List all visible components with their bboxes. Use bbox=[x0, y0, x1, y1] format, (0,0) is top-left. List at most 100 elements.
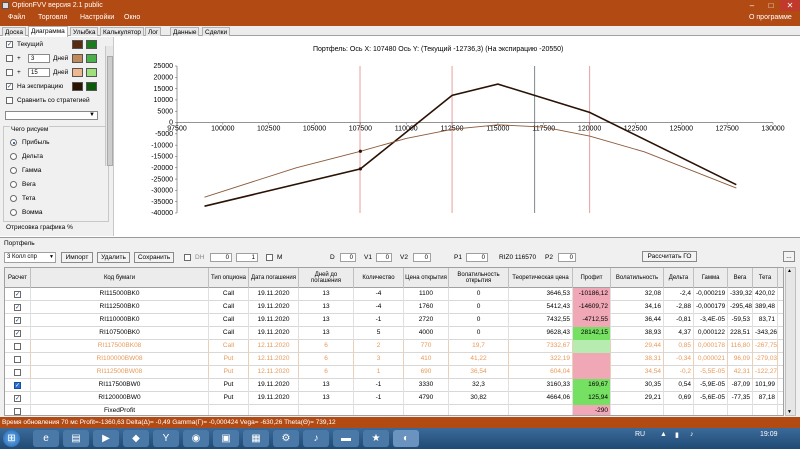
current-checkbox[interactable]: ✓ bbox=[6, 41, 13, 48]
column-header[interactable]: Тип опциона bbox=[209, 268, 249, 288]
portfolio-selector[interactable]: 3 Колл спр ▼ bbox=[4, 252, 56, 263]
d-input[interactable]: 0 bbox=[340, 253, 356, 262]
remove-row-button[interactable]: X bbox=[778, 353, 783, 366]
menu-window[interactable]: Окно bbox=[124, 14, 140, 21]
tab-smile[interactable]: Улыбка bbox=[70, 27, 99, 36]
tray-volume-icon[interactable]: ♪ bbox=[690, 431, 694, 438]
row-calc-checkbox[interactable] bbox=[14, 355, 21, 363]
remove-row-button[interactable]: X bbox=[778, 366, 783, 379]
close-button[interactable]: ✕ bbox=[780, 0, 800, 11]
row-calc-checkbox[interactable] bbox=[14, 342, 21, 350]
menu-settings[interactable]: Настройки bbox=[80, 14, 114, 21]
minimize-button[interactable]: – bbox=[743, 0, 761, 11]
row-calc-checkbox[interactable]: ✓ bbox=[14, 329, 21, 337]
column-header[interactable]: Теоретическая цена bbox=[509, 268, 573, 288]
radio-vomma[interactable] bbox=[10, 209, 17, 216]
column-header[interactable]: Дата погашения bbox=[249, 268, 299, 288]
remove-row-button[interactable]: X bbox=[778, 314, 783, 327]
taskbar-ie-icon[interactable]: e bbox=[33, 430, 59, 447]
column-header[interactable]: Дней до погашения bbox=[299, 268, 354, 288]
tab-deals[interactable]: Сделки bbox=[202, 27, 231, 36]
column-header[interactable]: Количество bbox=[354, 268, 404, 288]
p2-input[interactable]: 0 bbox=[558, 253, 576, 262]
column-header[interactable]: Вега bbox=[728, 268, 753, 288]
radio-profit[interactable] bbox=[10, 139, 17, 146]
row-calc-checkbox[interactable] bbox=[14, 368, 21, 376]
row-calc-checkbox[interactable]: ✓ bbox=[14, 316, 21, 324]
table-row[interactable]: ✓ RI110000BK0 Call 19.11.2020 13 -1 2720 0 7432,… bbox=[5, 314, 783, 327]
days-2-color-swatch[interactable] bbox=[72, 68, 83, 77]
v2-input[interactable]: 0 bbox=[413, 253, 431, 262]
column-header[interactable]: Профит bbox=[573, 268, 611, 288]
table-row[interactable]: ✓ RI107500BK0 Call 19.11.2020 13 5 4000 0 9628,4… bbox=[5, 327, 783, 340]
taskbar-explorer-icon[interactable]: ▤ bbox=[63, 430, 89, 447]
radio-delta[interactable] bbox=[10, 153, 17, 160]
column-header[interactable]: Дельта bbox=[664, 268, 694, 288]
dh-spinner-1[interactable]: 0 bbox=[210, 253, 232, 262]
days-2-color-swatch-2[interactable] bbox=[86, 68, 97, 77]
plus-days-1-checkbox[interactable] bbox=[6, 55, 13, 62]
taskbar-browser-icon[interactable]: Y bbox=[153, 430, 179, 447]
column-header[interactable]: Волатильность bbox=[611, 268, 664, 288]
table-row[interactable]: ✓ RI117500BW0 Put 19.11.2020 13 -1 3330 32,3 316… bbox=[5, 379, 783, 392]
taskbar-chrome-icon[interactable]: ◉ bbox=[183, 430, 209, 447]
tab-calculator[interactable]: Калькулятор bbox=[100, 27, 145, 36]
column-header[interactable]: X bbox=[778, 268, 783, 288]
column-header[interactable]: Цена открытия bbox=[404, 268, 449, 288]
scrollbar-thumb[interactable] bbox=[107, 56, 113, 166]
menu-file[interactable]: Файл bbox=[8, 14, 25, 21]
days-1-color-swatch-2[interactable] bbox=[86, 54, 97, 63]
start-button[interactable]: ⊞ bbox=[3, 430, 20, 447]
delete-button[interactable]: Удалить bbox=[97, 252, 130, 263]
column-header[interactable]: Тета bbox=[753, 268, 778, 288]
table-row[interactable]: RI112500BW08 Put 12.11.2020 6 1 690 36,54 604,0… bbox=[5, 366, 783, 379]
row-calc-checkbox[interactable] bbox=[14, 407, 21, 415]
dh-spinner-2[interactable]: 1 bbox=[236, 253, 258, 262]
expiration-color-swatch[interactable] bbox=[72, 82, 83, 91]
left-panel-scrollbar[interactable] bbox=[105, 46, 113, 166]
table-row[interactable]: RI117500BK08 Call 12.11.2020 6 2 770 19,7 7332,… bbox=[5, 340, 783, 353]
taskbar-terminal-icon[interactable]: ▬ bbox=[333, 430, 359, 447]
remove-row-button[interactable]: X bbox=[778, 301, 783, 314]
compare-checkbox[interactable] bbox=[6, 97, 13, 104]
taskbar-optionfvv-icon[interactable]: ◐ bbox=[393, 430, 419, 447]
remove-row-button[interactable]: X bbox=[778, 288, 783, 301]
tab-diagram[interactable]: Диаграмма bbox=[28, 26, 68, 37]
tab-board[interactable]: Доска bbox=[2, 27, 26, 36]
scroll-down-icon[interactable]: ▼ bbox=[787, 409, 792, 415]
expiration-color-swatch-2[interactable] bbox=[86, 82, 97, 91]
maximize-button[interactable]: □ bbox=[762, 0, 780, 11]
row-calc-checkbox[interactable]: ✓ bbox=[14, 394, 21, 402]
column-header[interactable]: Код бумаги bbox=[31, 268, 209, 288]
expiration-checkbox[interactable]: ✓ bbox=[6, 83, 13, 90]
scroll-up-icon[interactable]: ▲ bbox=[787, 268, 792, 274]
remove-row-button[interactable]: X bbox=[778, 379, 783, 392]
menu-trading[interactable]: Торговля bbox=[38, 14, 67, 21]
save-button[interactable]: Сохранить bbox=[134, 252, 174, 263]
days-2-spinner[interactable]: 15 bbox=[28, 68, 50, 77]
table-row[interactable]: ✓ RI112500BK0 Call 19.11.2020 13 -4 1760 0 5412,… bbox=[5, 301, 783, 314]
radio-theta[interactable] bbox=[10, 195, 17, 202]
menu-about[interactable]: О программе bbox=[749, 14, 792, 21]
remove-row-button[interactable]: X bbox=[778, 327, 783, 340]
strategy-dropdown[interactable]: ▼ bbox=[5, 111, 98, 120]
m-checkbox[interactable] bbox=[266, 254, 273, 261]
remove-row-button[interactable]: X bbox=[778, 340, 783, 353]
taskbar-media-icon[interactable]: ▶ bbox=[93, 430, 119, 447]
taskbar-game-icon[interactable]: ★ bbox=[363, 430, 389, 447]
remove-row-button[interactable]: X bbox=[778, 405, 783, 415]
row-calc-checkbox[interactable]: ✓ bbox=[14, 290, 21, 298]
dh-checkbox[interactable] bbox=[184, 254, 191, 261]
plus-days-2-checkbox[interactable] bbox=[6, 69, 13, 76]
radio-gamma[interactable] bbox=[10, 167, 17, 174]
table-scrollbar[interactable]: ▲ ▼ bbox=[785, 267, 796, 416]
calc-margin-button[interactable]: Рассчитать ГО bbox=[642, 251, 697, 262]
more-button[interactable]: ... bbox=[783, 251, 795, 262]
taskbar-folder-icon[interactable]: ▣ bbox=[213, 430, 239, 447]
import-button[interactable]: Импорт bbox=[61, 252, 93, 263]
radio-vega[interactable] bbox=[10, 181, 17, 188]
taskbar-chart-icon[interactable]: ▦ bbox=[243, 430, 269, 447]
days-1-spinner[interactable]: 3 bbox=[28, 54, 50, 63]
table-row[interactable]: ✓ RI120000BW0 Put 19.11.2020 13 -1 4790 30,82 46… bbox=[5, 392, 783, 405]
tray-network-icon[interactable]: ▮ bbox=[675, 431, 679, 439]
